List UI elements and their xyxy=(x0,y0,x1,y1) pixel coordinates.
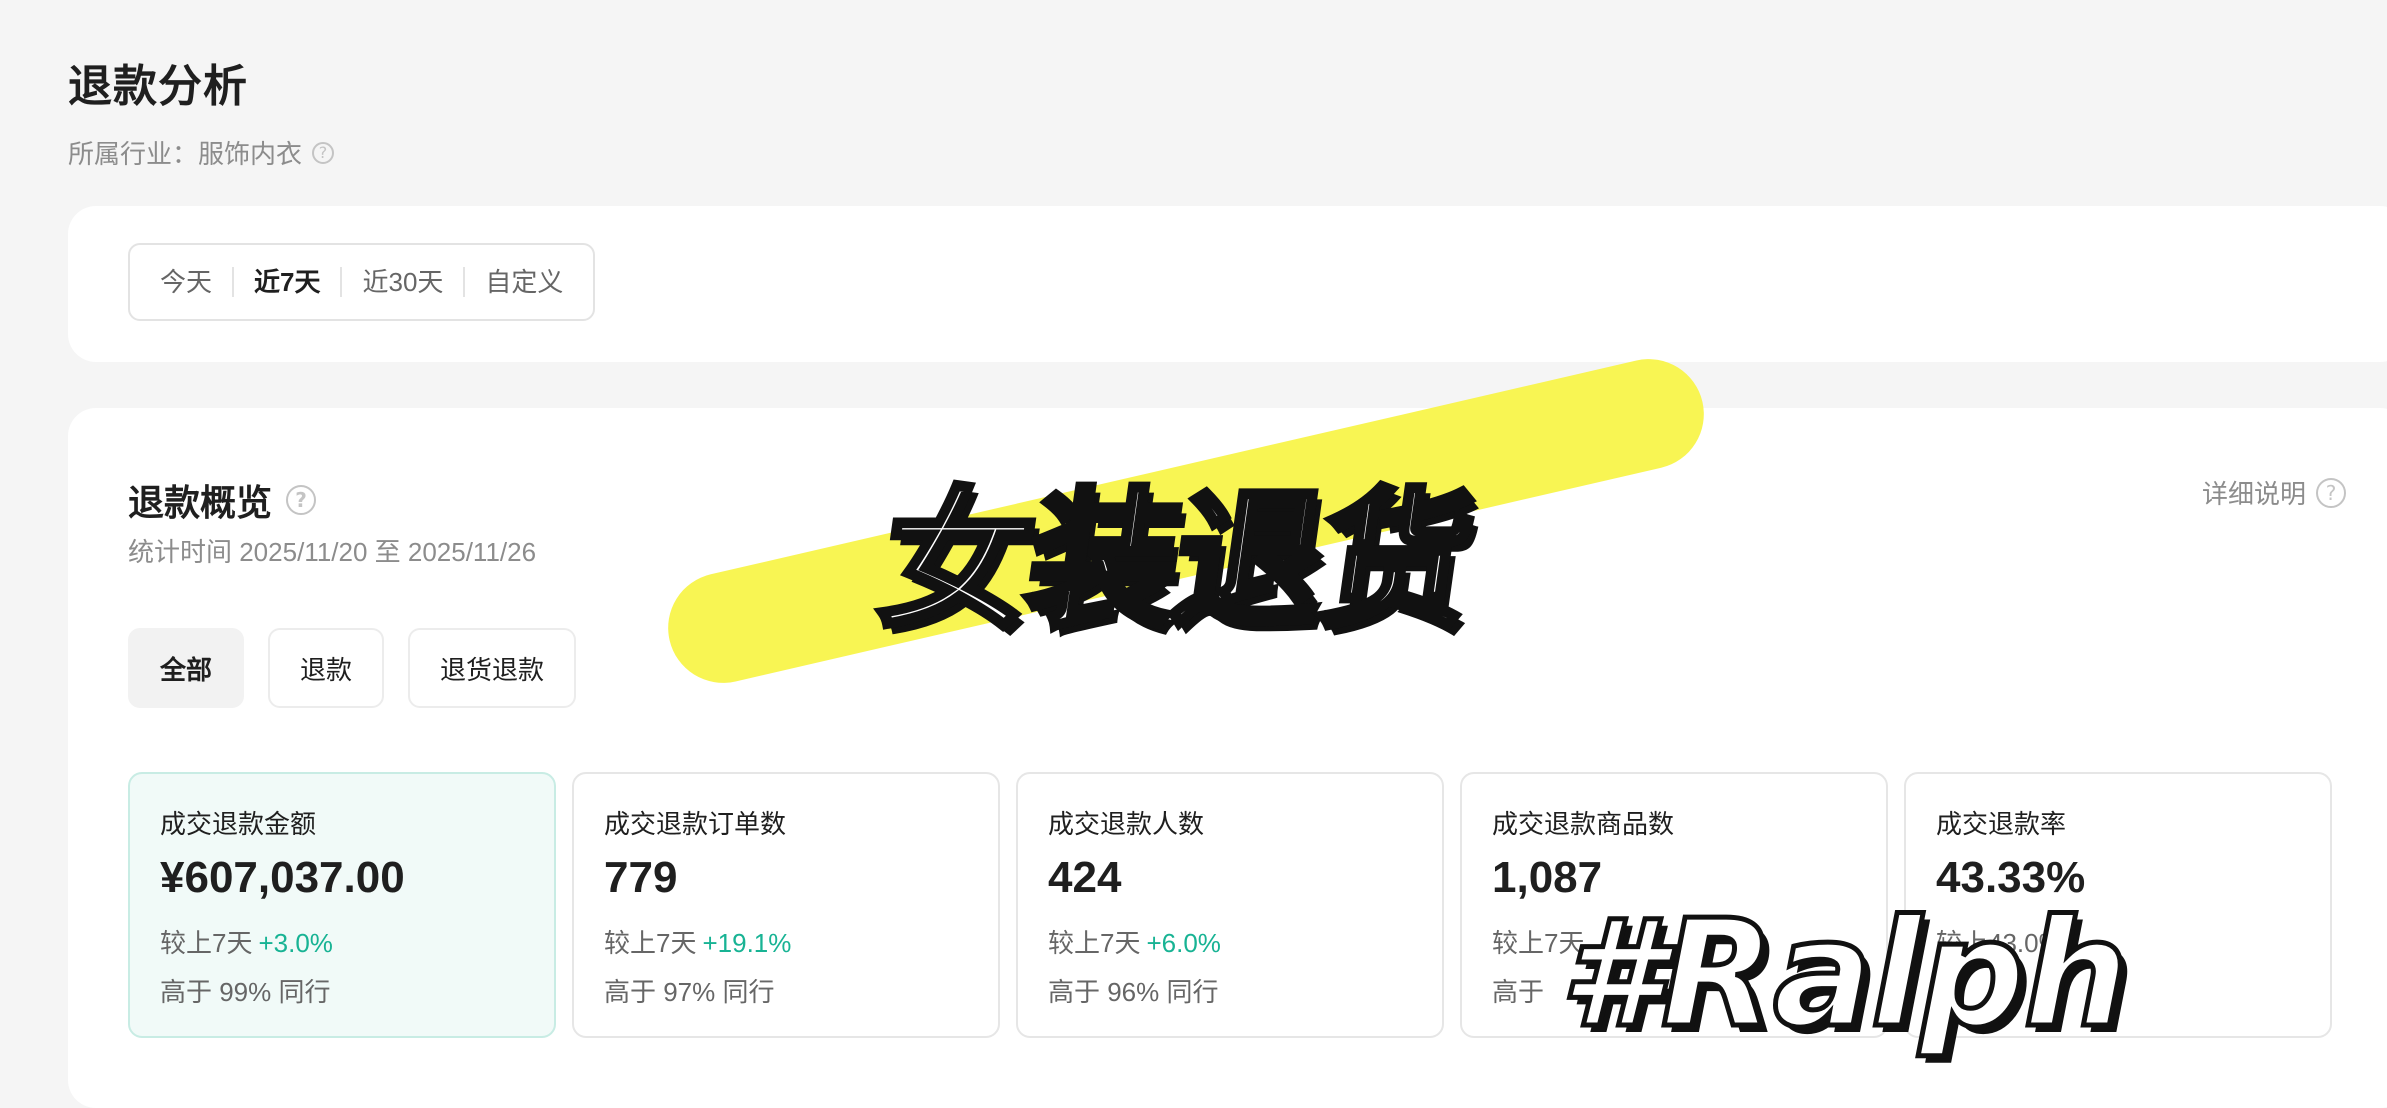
question-circle-icon[interactable]: ? xyxy=(286,485,317,515)
metric-label: 成交退款订单数 xyxy=(604,809,787,839)
metric-label: 成交退款率 xyxy=(1936,809,2067,839)
overlay-title-text: 女装退货 xyxy=(868,472,1482,652)
filter-all[interactable]: 全部 xyxy=(128,628,245,708)
date-range-card: 今天 近7天 近30天 自定义 xyxy=(68,206,2387,362)
stat-time-range: 统计时间 2025/11/20 至 2025/11/26 xyxy=(128,537,537,567)
filter-refund[interactable]: 退款 xyxy=(268,628,385,708)
metric-card-refund-buyers[interactable]: 成交退款人数 424 较上7天 +6.0% 高于 96% 同行 xyxy=(1016,772,1444,1038)
metric-compare: 较上7天 +19.1% xyxy=(604,923,968,960)
metric-compare-label: 较上7天 xyxy=(604,928,697,958)
metric-compare: 较上7天 +3.0% xyxy=(160,923,524,960)
metric-label: 成交退款金额 xyxy=(160,809,317,839)
industry-label: 所属行业：服饰内衣 xyxy=(68,139,303,169)
metric-rank: 高于 96% 同行 xyxy=(1048,977,1219,1007)
metric-value: ¥607,037.00 xyxy=(160,853,405,902)
metric-change: +3.0% xyxy=(258,928,333,958)
metric-change: +19.1% xyxy=(702,928,792,958)
tab-custom[interactable]: 自定义 xyxy=(463,267,583,297)
metric-rank: 高于 99% 同行 xyxy=(160,977,331,1007)
page-title: 退款分析 xyxy=(68,62,248,111)
page-header: 退款分析 所属行业：服饰内衣 ? xyxy=(68,50,335,171)
metric-label: 成交退款人数 xyxy=(1048,809,1205,839)
tab-last-7-days[interactable]: 近7天 xyxy=(232,267,340,297)
metric-value: 779 xyxy=(604,853,678,902)
metric-card-refund-orders[interactable]: 成交退款订单数 779 较上7天 +19.1% 高于 97% 同行 xyxy=(572,772,1000,1038)
date-range-tabs: 今天 近7天 近30天 自定义 xyxy=(128,243,596,321)
metric-label: 成交退款商品数 xyxy=(1492,809,1675,839)
metric-compare: 较上7天 +6.0% xyxy=(1048,923,1412,960)
overlay-hashtag-text: #Ralph xyxy=(1558,888,2132,1060)
metric-compare-label: 较上7天 xyxy=(1048,928,1141,958)
tab-today[interactable]: 今天 xyxy=(140,267,232,297)
metric-card-refund-amount[interactable]: 成交退款金额 ¥607,037.00 较上7天 +3.0% 高于 99% 同行 xyxy=(128,772,556,1038)
detail-explanation-link[interactable]: 详细说明 ? xyxy=(2202,474,2346,511)
question-circle-icon[interactable]: ? xyxy=(312,141,335,164)
overview-title: 退款概览 xyxy=(128,482,273,523)
metric-rank: 高于 97% 同行 xyxy=(604,977,775,1007)
filter-return-refund[interactable]: 退货退款 xyxy=(408,628,577,708)
overview-title-row: 退款概览 ? xyxy=(128,474,317,526)
metric-value: 424 xyxy=(1048,853,1122,902)
metric-change: +6.0% xyxy=(1146,928,1221,958)
tab-last-30-days[interactable]: 近30天 xyxy=(340,267,463,297)
refund-type-filters: 全部 退款 退货退款 xyxy=(128,628,577,708)
detail-explanation-label: 详细说明 xyxy=(2201,479,2306,509)
metric-compare-label: 较上7天 xyxy=(160,928,253,958)
industry-label-row: 所属行业：服饰内衣 ? xyxy=(68,134,335,171)
question-circle-icon: ? xyxy=(2316,477,2346,508)
